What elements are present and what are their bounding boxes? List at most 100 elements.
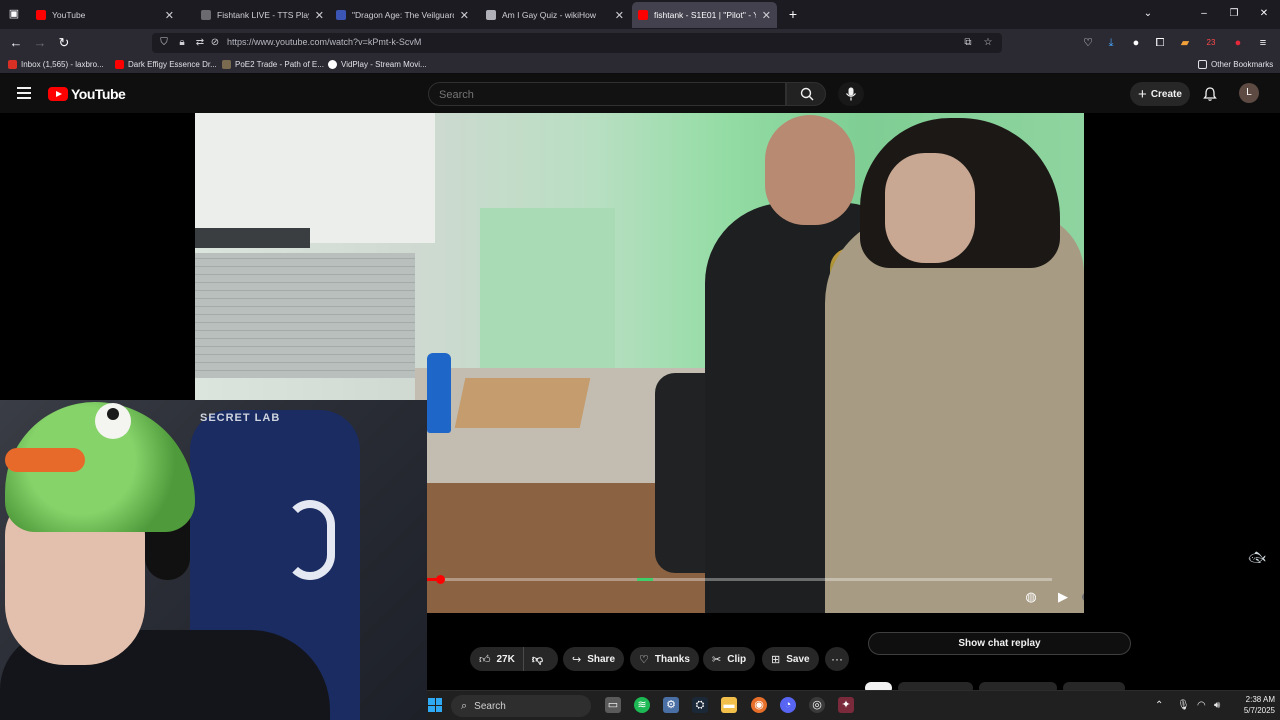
hamburger-menu-icon[interactable] bbox=[17, 87, 31, 99]
address-bar[interactable]: ⛉ 🔒︎ ⇄ ⊘ https://www.youtube.com/watch?v… bbox=[152, 33, 1002, 53]
bookmark-dark-effigy[interactable]: Dark Effigy Essence Dr... bbox=[115, 60, 217, 69]
tab-youtube[interactable]: YouTube ✕ bbox=[30, 2, 180, 28]
new-tab-icon[interactable]: + bbox=[785, 6, 801, 22]
browser-tab-bar: ▣ YouTube ✕ Fishtank LIVE - TTS Player ✕… bbox=[0, 0, 1280, 29]
volume-icon[interactable]: 🔊︎ bbox=[1214, 700, 1220, 711]
restore-icon[interactable]: ❐ bbox=[1226, 6, 1242, 22]
close-tab-icon[interactable]: ✕ bbox=[165, 9, 174, 22]
menu-icon[interactable]: ≡ bbox=[1255, 35, 1271, 51]
close-tab-icon[interactable]: ✕ bbox=[615, 9, 624, 22]
pocket-icon[interactable]: ♡ bbox=[1080, 35, 1096, 51]
tray-overflow-icon[interactable]: ⌃ bbox=[1155, 700, 1163, 711]
close-tab-icon[interactable]: ✕ bbox=[315, 9, 324, 22]
streamer-webcam: SECRET LAB bbox=[0, 400, 427, 720]
chip[interactable] bbox=[1063, 682, 1125, 690]
lock-icon[interactable]: 🔒︎ bbox=[176, 37, 188, 49]
thanks-button[interactable]: ♡ Thanks bbox=[630, 647, 699, 671]
bookmark-vidplay[interactable]: VidPlay - Stream Movi... bbox=[328, 60, 427, 69]
progress-bar[interactable] bbox=[427, 575, 1052, 584]
discord-icon[interactable]: ◔ bbox=[780, 697, 796, 713]
like-count: 27K bbox=[496, 653, 515, 665]
app-icon[interactable]: ✦ bbox=[838, 697, 854, 713]
close-tab-icon[interactable]: ✕ bbox=[762, 9, 771, 22]
video-scene-pizza-box bbox=[454, 378, 591, 428]
wikihow-favicon-icon bbox=[486, 10, 496, 20]
other-bookmarks-label: Other Bookmarks bbox=[1211, 60, 1274, 69]
account-icon[interactable]: ● bbox=[1128, 35, 1144, 51]
taskbar-search[interactable]: ⌕ Search bbox=[451, 695, 591, 717]
bookmark-poe2-trade[interactable]: PoE2 Trade - Path of E... bbox=[222, 60, 324, 69]
extension-folder-icon[interactable]: ▰ bbox=[1177, 35, 1193, 51]
progress-scrubber[interactable] bbox=[435, 575, 445, 584]
wifi-icon[interactable]: ◠ bbox=[1197, 700, 1206, 711]
chip[interactable] bbox=[979, 682, 1057, 690]
search-input[interactable] bbox=[439, 87, 769, 102]
video-scene-person-right bbox=[825, 213, 1084, 613]
chair-logo-ring bbox=[285, 500, 335, 580]
bookmark-star-icon[interactable]: ☆ bbox=[982, 37, 994, 49]
avatar[interactable]: L bbox=[1239, 83, 1259, 103]
create-button[interactable]: + Create bbox=[1130, 82, 1190, 106]
more-actions-button[interactable]: ··· bbox=[825, 647, 849, 671]
folder-icon bbox=[1198, 60, 1207, 69]
firefox-icon[interactable]: ◉ bbox=[751, 697, 767, 713]
steam-icon[interactable]: ⛭ bbox=[692, 697, 708, 713]
dislike-button[interactable]: 👎︎ bbox=[524, 653, 551, 666]
tab-fishtank-pilot[interactable]: fishtank - S1E01 | "Pilot" - YouT ✕ bbox=[632, 2, 777, 28]
minimize-icon[interactable]: – bbox=[1196, 6, 1212, 22]
clock-time: 2:38 AM bbox=[1245, 695, 1275, 704]
record-extension-icon[interactable]: ● bbox=[1230, 35, 1246, 51]
close-window-icon[interactable]: ✕ bbox=[1256, 6, 1272, 22]
tab-fishtank-tts[interactable]: Fishtank LIVE - TTS Player ✕ bbox=[195, 2, 330, 28]
search-button[interactable] bbox=[786, 82, 826, 106]
bookmark-inbox[interactable]: Inbox (1,565) - laxbro... bbox=[8, 60, 104, 69]
chevron-down-icon[interactable]: ⌄ bbox=[1140, 6, 1156, 22]
chip-all[interactable] bbox=[865, 682, 892, 690]
permissions-icon[interactable]: ⇄ bbox=[194, 37, 206, 49]
show-chat-replay-button[interactable]: Show chat replay bbox=[868, 632, 1131, 655]
windows-taskbar: ⌕ Search ▭ ≋ ⚙ ⛭ ▬ ◉ ◔ ◎ ✦ ⌃ 🎙︎ ◠ 🔊︎ 2:3… bbox=[427, 690, 1280, 720]
tab-dragon-age[interactable]: "Dragon Age: The Veilguard" Wi ✕ bbox=[330, 2, 475, 28]
youtube-logo[interactable]: YouTube bbox=[48, 86, 126, 102]
file-explorer-icon[interactable]: ▬ bbox=[721, 697, 737, 713]
recommendation-chips bbox=[865, 682, 1125, 690]
reload-icon[interactable]: ↻ bbox=[56, 35, 72, 51]
like-dislike-group: 👍︎ 27K 👎︎ bbox=[470, 647, 558, 671]
windows-start-icon[interactable] bbox=[428, 698, 442, 712]
voice-search-button[interactable] bbox=[838, 82, 864, 106]
speaker-icon bbox=[201, 10, 211, 20]
search-box bbox=[428, 82, 786, 106]
search-icon: ⌕ bbox=[461, 699, 468, 712]
tab-wikihow[interactable]: Am I Gay Quiz - wikiHow ✕ bbox=[480, 2, 630, 28]
like-button[interactable]: 👍︎ 27K bbox=[470, 647, 524, 671]
close-tab-icon[interactable]: ✕ bbox=[460, 9, 469, 22]
autoplay-icon[interactable]: ▶ bbox=[1054, 588, 1072, 606]
taskbar-clock[interactable]: 2:38 AM 5/7/2025 bbox=[1227, 694, 1275, 716]
sponsorblock-icon[interactable]: ◍ bbox=[1022, 588, 1040, 606]
extensions-icon[interactable]: ⧠ bbox=[1152, 35, 1168, 51]
shield-icon[interactable]: ⛉ bbox=[158, 37, 170, 49]
spotify-icon[interactable]: ≋ bbox=[634, 697, 650, 713]
chip[interactable] bbox=[898, 682, 973, 690]
tracking-icon[interactable]: ⊘ bbox=[209, 37, 221, 49]
settings-app-icon[interactable]: ⚙ bbox=[663, 697, 679, 713]
video-scene-cabinets bbox=[195, 113, 435, 243]
task-view-icon[interactable]: ▭ bbox=[605, 697, 621, 713]
other-bookmarks[interactable]: Other Bookmarks bbox=[1198, 60, 1273, 69]
notifications-bell-icon[interactable] bbox=[1202, 86, 1218, 102]
save-button[interactable]: ⊞ Save bbox=[762, 647, 819, 671]
share-button[interactable]: ↪ Share bbox=[563, 647, 625, 671]
clip-button[interactable]: ✂ Clip bbox=[703, 647, 756, 671]
video-scene-person-left-head bbox=[765, 115, 855, 225]
youtube-favicon-icon bbox=[638, 10, 648, 20]
microphone-tray-icon[interactable]: 🎙︎ bbox=[1177, 700, 1190, 711]
download-icon[interactable]: ⤓ bbox=[1103, 35, 1119, 51]
thumbs-down-icon: 👎︎ bbox=[531, 653, 544, 666]
forward-icon[interactable]: → bbox=[32, 35, 48, 51]
autoplay-toggle[interactable] bbox=[1082, 588, 1084, 606]
translate-icon[interactable]: ⧉ bbox=[962, 37, 974, 49]
back-icon[interactable]: ← bbox=[8, 35, 24, 51]
obs-icon[interactable]: ◎ bbox=[809, 697, 825, 713]
extension-badge-icon[interactable]: 23 bbox=[1203, 35, 1219, 51]
tab-list-icon[interactable]: ▣ bbox=[6, 6, 22, 22]
